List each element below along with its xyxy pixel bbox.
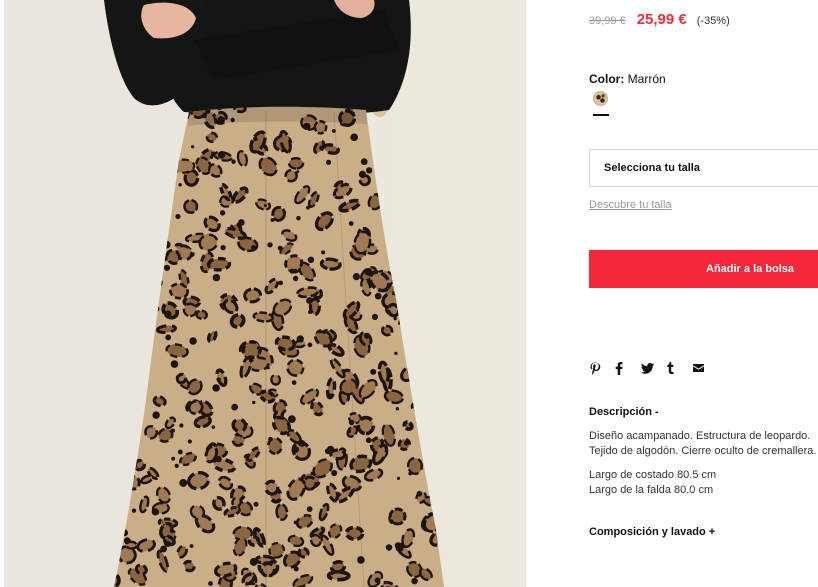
sale-price: 25,99 € xyxy=(636,11,687,28)
discount-badge: (-35%) xyxy=(696,15,730,27)
twitter-icon[interactable] xyxy=(641,360,667,376)
color-swatch-leopard[interactable] xyxy=(593,91,608,106)
size-guide-link[interactable]: Descubre tu talla xyxy=(589,199,672,211)
description-text: Diseño acampanado. Estructura de leopard… xyxy=(589,429,818,498)
tumblr-icon[interactable] xyxy=(667,360,693,376)
email-icon[interactable] xyxy=(693,360,719,376)
description-line: Diseño acampanado. Estructura de leopard… xyxy=(589,430,811,442)
price-row: 39,99 € 25,99 € (-35%) xyxy=(589,11,730,28)
pinterest-icon[interactable] xyxy=(589,360,615,376)
product-info-panel: 39,99 € 25,99 € (-35%) Color: Marrón Sel… xyxy=(589,0,818,587)
measure-line: Largo de la falda 80.0 cm xyxy=(589,484,714,496)
description-line: Tejido de algodón. Cierre oculto de crem… xyxy=(589,445,817,457)
original-price: 39,99 € xyxy=(589,15,626,27)
share-icons xyxy=(589,360,719,376)
product-image[interactable] xyxy=(4,0,526,587)
color-value: Marrón xyxy=(627,72,666,86)
color-label-title: Color: xyxy=(589,72,625,86)
color-label: Color: Marrón xyxy=(589,72,666,86)
add-to-bag-button[interactable]: Añadir a la bolsa xyxy=(589,250,818,288)
description-toggle[interactable]: Descripción - xyxy=(589,406,659,418)
facebook-icon[interactable] xyxy=(615,360,641,376)
size-select[interactable]: Selecciona tu talla xyxy=(589,149,818,187)
measure-line: Largo de costado 80.5 cm xyxy=(589,469,717,481)
composition-toggle[interactable]: Composición y lavado + xyxy=(589,526,715,538)
selected-swatch-indicator xyxy=(593,114,609,116)
size-select-placeholder: Selecciona tu talla xyxy=(604,162,700,174)
